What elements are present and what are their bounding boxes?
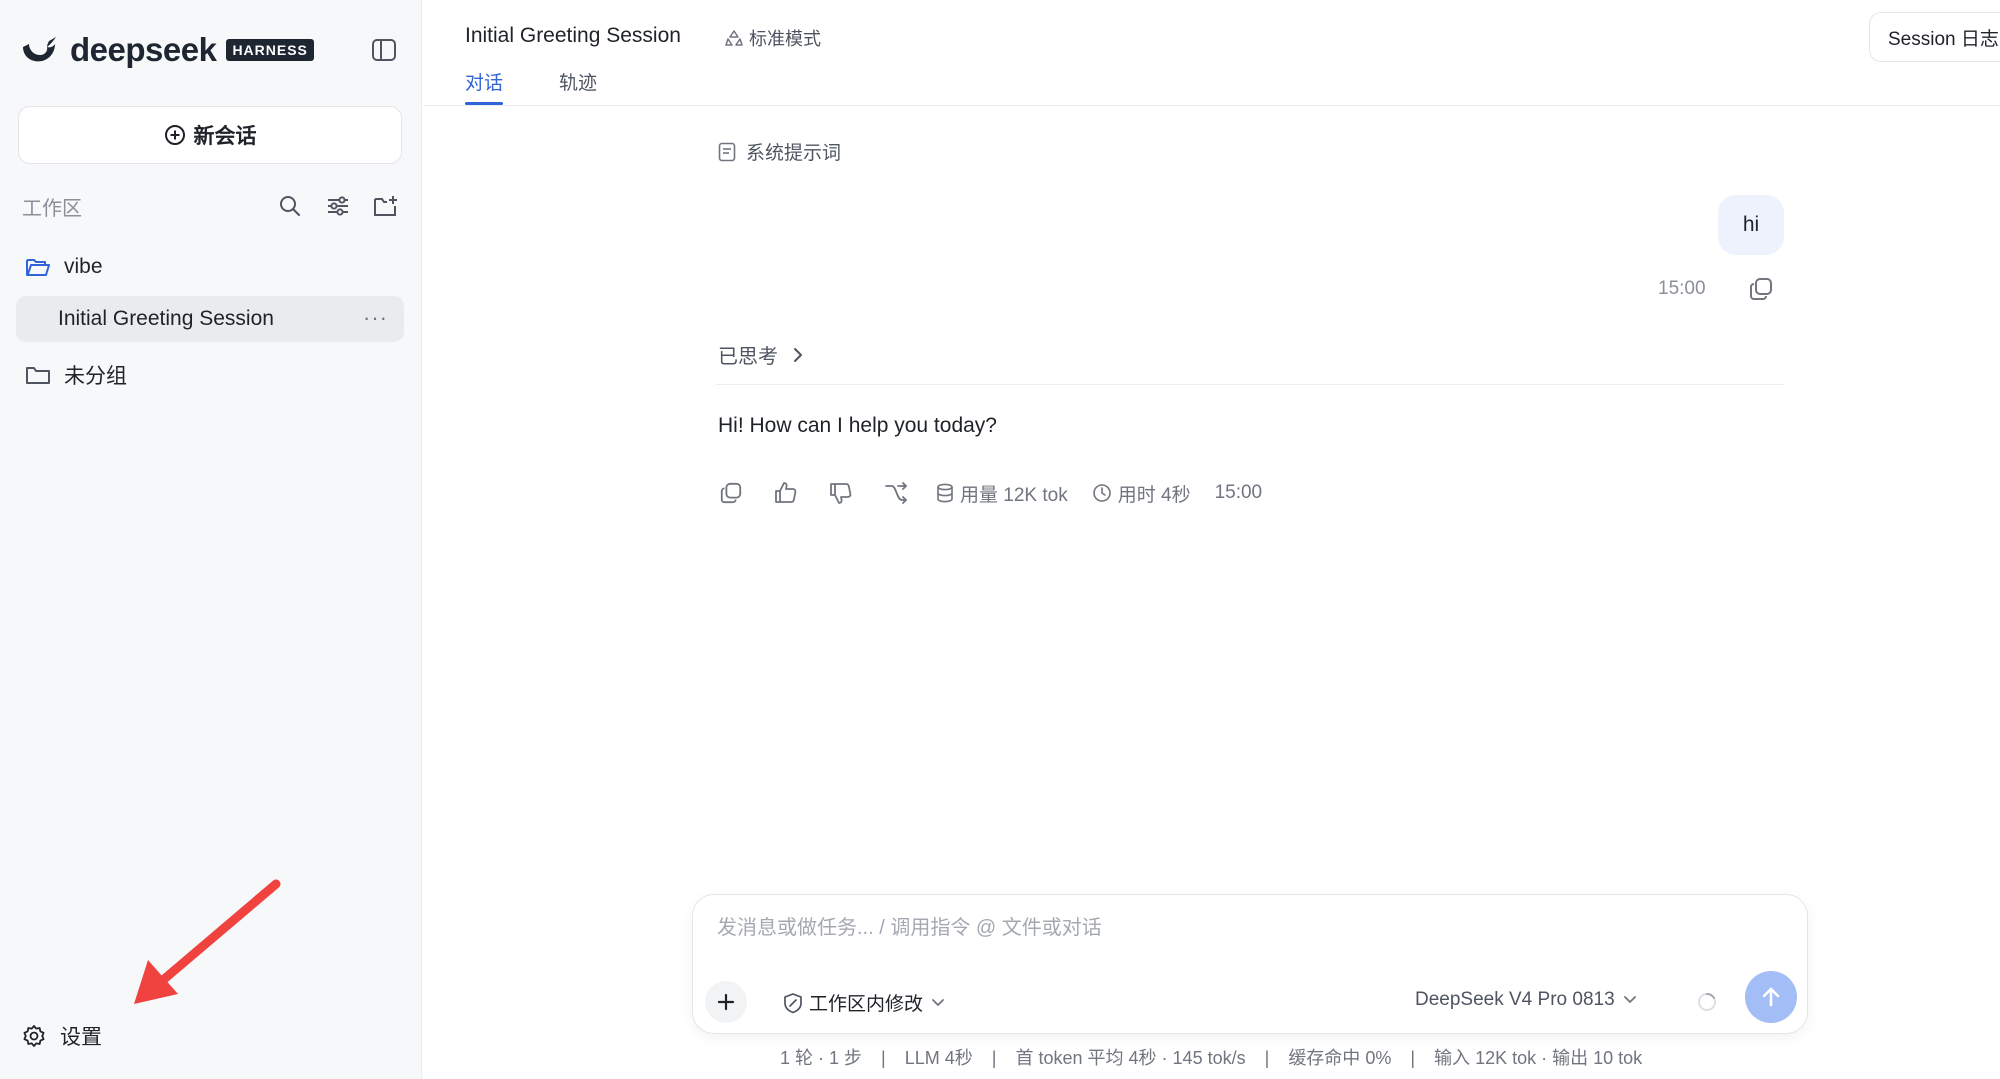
dislike-button[interactable] (826, 478, 856, 508)
session-item-initial-greeting[interactable]: Initial Greeting Session ··· (16, 296, 404, 342)
arrow-up-icon (1762, 987, 1780, 1007)
assistant-message: Hi! How can I help you today? (718, 414, 997, 437)
model-label: DeepSeek V4 Pro 0813 (1415, 989, 1615, 1010)
session-label: Initial Greeting Session (58, 307, 274, 330)
folder-icon (26, 365, 52, 385)
model-selector[interactable]: DeepSeek V4 Pro 0813 (1415, 989, 1637, 1011)
sliders-icon (328, 196, 348, 216)
message-composer: 工作区内修改 DeepSeek V4 Pro 0813 (692, 894, 1808, 1034)
duration-label: 用时 4秒 (1117, 484, 1191, 506)
token-usage: 用量 12K tok (936, 480, 1068, 507)
copy-button[interactable] (716, 478, 746, 508)
system-prompt-toggle[interactable]: 系统提示词 (718, 138, 841, 165)
folder-vibe[interactable]: vibe (16, 244, 404, 290)
mode-indicator[interactable]: 标准模式 (725, 25, 821, 51)
plus-circle-icon (164, 125, 185, 145)
copy-icon (1750, 278, 1772, 300)
brand-name: deepseek (70, 31, 217, 68)
thought-divider (716, 384, 1784, 385)
session-log-button[interactable]: Session 日志 (1869, 12, 2000, 62)
thought-toggle[interactable]: 已思考 (718, 340, 804, 369)
scope-label: 工作区内修改 (809, 994, 924, 1015)
chevron-down-icon (932, 998, 944, 1006)
user-message-time: 15:00 (1658, 278, 1706, 299)
shield-edit-icon (784, 992, 802, 1013)
whale-logo-icon (23, 37, 56, 62)
folder-label: 未分组 (64, 365, 127, 388)
sidebar-toggle-icon (372, 39, 396, 61)
search-sessions-button[interactable] (274, 190, 306, 222)
stats-separator: | (1264, 1048, 1270, 1068)
system-prompt-label: 系统提示词 (746, 143, 842, 164)
response-duration: 用时 4秒 (1092, 480, 1191, 507)
message-input[interactable] (717, 917, 1777, 940)
time-label: 15:00 (1214, 482, 1263, 503)
document-icon (718, 142, 736, 161)
collapse-sidebar-button[interactable] (368, 34, 400, 66)
assistant-message-actions: 用量 12K tok 用时 4秒 15:00 (716, 478, 1286, 508)
like-button[interactable] (771, 478, 801, 508)
copy-icon (720, 482, 742, 504)
recycle-icon (725, 30, 743, 46)
search-icon (280, 196, 300, 216)
stats-io: 输入 12K tok · 输出 10 tok (1434, 1048, 1643, 1068)
session-stats-bar: 1 轮 · 1 步 | LLM 4秒 | 首 token 平均 4秒 · 145… (780, 1044, 1642, 1070)
branch-button[interactable] (881, 478, 911, 508)
new-chat-button[interactable]: 新会话 (18, 106, 402, 164)
plus-icon (717, 993, 735, 1011)
assistant-message-time: 15:00 (1215, 482, 1263, 504)
stats-rounds: 1 轮 · 1 步 (780, 1048, 863, 1068)
clock-icon (1092, 484, 1111, 502)
thumbs-up-icon (775, 482, 797, 503)
usage-label: 用量 12K tok (960, 484, 1068, 506)
thumbs-down-icon (830, 483, 852, 504)
folder-label: vibe (64, 255, 103, 278)
context-progress-icon (1698, 992, 1716, 1011)
chevron-down-icon (1623, 996, 1636, 1003)
new-chat-label: 新会话 (193, 125, 257, 148)
stats-cache: 缓存命中 0% (1288, 1048, 1392, 1068)
more-options-icon[interactable]: ··· (363, 305, 388, 331)
folder-open-icon (26, 257, 52, 277)
stats-separator: | (881, 1048, 886, 1068)
workspace-header: 工作区 (22, 190, 402, 222)
thought-label: 已思考 (718, 346, 778, 368)
user-message-bubble: hi (1718, 195, 1784, 255)
attach-button[interactable] (705, 981, 747, 1023)
mode-label: 标准模式 (749, 29, 821, 49)
main-header: Initial Greeting Session 标准模式 对话 轨迹 Sess… (423, 0, 2000, 106)
stats-separator: | (991, 1048, 997, 1068)
send-button[interactable] (1745, 971, 1797, 1023)
workspace-label: 工作区 (22, 197, 82, 220)
tab-trace[interactable]: 轨迹 (559, 68, 597, 95)
tab-chat[interactable]: 对话 (465, 68, 504, 105)
brand-logo: deepseek HARNESS (20, 30, 314, 70)
permission-scope-dropdown[interactable]: 工作区内修改 (783, 989, 945, 1016)
session-title: Initial Greeting Session (465, 24, 681, 47)
annotation-arrow-icon (134, 879, 281, 1004)
stats-first-token: 首 token 平均 4秒 · 145 tok/s (1015, 1048, 1246, 1068)
folder-ungrouped[interactable]: 未分组 (16, 352, 404, 398)
gear-icon (23, 1025, 45, 1047)
folder-plus-icon (374, 196, 397, 216)
stats-separator: | (1410, 1048, 1416, 1068)
copy-user-message-button[interactable] (1748, 276, 1778, 306)
settings-button[interactable]: 设置 (22, 1018, 102, 1054)
stats-llm: LLM 4秒 (904, 1048, 973, 1068)
settings-label: 设置 (60, 1026, 102, 1049)
branch-icon (885, 482, 907, 504)
new-folder-button[interactable] (370, 190, 402, 222)
filter-button[interactable] (322, 190, 354, 222)
brand-badge: HARNESS (226, 39, 314, 61)
chevron-right-icon (794, 347, 802, 362)
database-icon (937, 483, 953, 503)
sidebar: deepseek HARNESS 新会话 工作区 vibe Initial Gr… (0, 0, 422, 1079)
